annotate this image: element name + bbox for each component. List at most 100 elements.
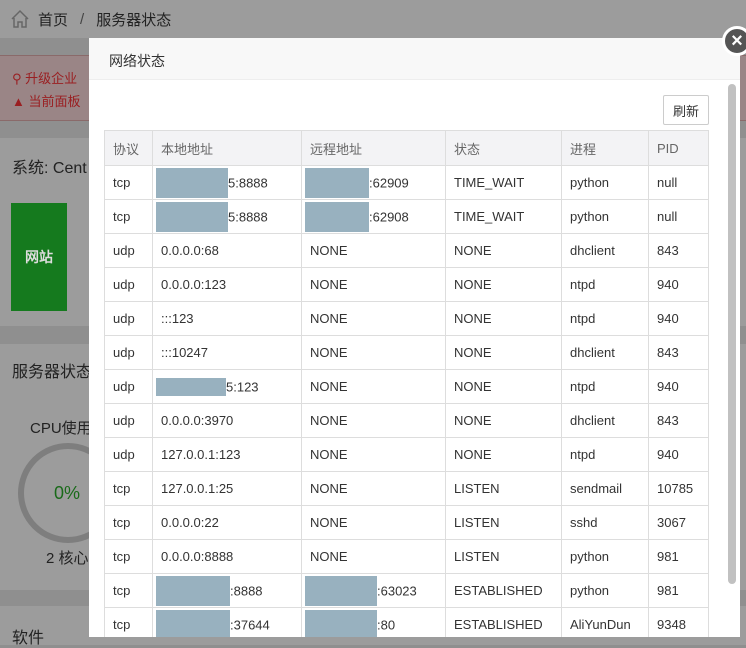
cell-text: NONE xyxy=(310,549,348,565)
cell-text: ntpd xyxy=(570,311,596,327)
table-cell: :63023 xyxy=(301,573,446,608)
cell-text: :8888 xyxy=(230,583,263,598)
cell-text: :80 xyxy=(377,617,396,632)
close-button[interactable]: × xyxy=(722,26,746,56)
cell-text: :63023 xyxy=(377,583,417,598)
table-cell: AliYunDun xyxy=(561,607,649,637)
table-cell: 10785 xyxy=(648,471,709,506)
redacted-block xyxy=(305,201,369,232)
cell-text: tcp xyxy=(113,617,131,633)
table-row: tcp:8888:63023 ESTABLISHED python 981 xyxy=(104,573,709,608)
cell-text: 10785 xyxy=(657,481,694,497)
server-status-title: 服务器状态 xyxy=(12,364,93,381)
table-cell: ntpd xyxy=(561,301,649,336)
cell-text: 940 xyxy=(657,447,679,463)
cell-text: :62909 xyxy=(369,175,409,190)
cell-text: python xyxy=(570,175,610,191)
table-cell: tcp xyxy=(104,607,153,637)
table-cell: NONE xyxy=(301,437,446,472)
table-cell: 843 xyxy=(648,335,709,370)
column-header: 进程 xyxy=(561,130,649,166)
cell-text: udp xyxy=(113,311,135,327)
breadcrumb-separator: / xyxy=(80,10,85,28)
warning-icon: ▲ xyxy=(12,94,25,109)
table-cell: 5:8888 xyxy=(152,199,302,234)
table-cell: null xyxy=(648,165,709,200)
home-icon[interactable] xyxy=(10,9,30,29)
table-cell: 0.0.0.0:22 xyxy=(152,505,302,540)
cpu-label: CPU使用 xyxy=(30,420,92,437)
table-cell: dhclient xyxy=(561,233,649,268)
cell-text: 0.0.0.0:3970 xyxy=(161,413,234,429)
table-cell: LISTEN xyxy=(445,471,562,506)
table-cell: python xyxy=(561,165,649,200)
cell-text: null xyxy=(657,209,678,225)
table-cell: udp xyxy=(104,267,153,302)
table-row: udp 0.0.0.0:3970 NONE NONE dhclient 843 xyxy=(104,403,709,438)
redacted-block xyxy=(305,609,377,637)
table-cell: udp xyxy=(104,301,153,336)
cell-text: dhclient xyxy=(570,345,615,361)
table-cell: 127.0.0.1:25 xyxy=(152,471,302,506)
cell-text: 843 xyxy=(657,243,679,259)
table-cell: udp xyxy=(104,369,153,404)
table-cell: NONE xyxy=(301,267,446,302)
table-row: udp 5:123 NONE NONE ntpd 940 xyxy=(104,369,709,404)
cell-text: sendmail xyxy=(570,481,623,497)
cell-text: 843 xyxy=(657,413,679,429)
cell-text: 5:123 xyxy=(226,379,259,394)
redacted-block xyxy=(156,377,226,396)
table-cell: NONE xyxy=(301,471,446,506)
scrollbar[interactable] xyxy=(728,84,736,584)
cell-text: 981 xyxy=(657,549,679,565)
table-cell: udp xyxy=(104,233,153,268)
table-cell: tcp xyxy=(104,505,153,540)
table-row: udp 0.0.0.0:123 NONE NONE ntpd 940 xyxy=(104,267,709,302)
system-label: 系统: Cent xyxy=(12,160,87,177)
redacted-block xyxy=(156,167,228,198)
breadcrumb-home[interactable]: 首页 xyxy=(38,9,68,30)
cell-text: AliYunDun xyxy=(570,617,631,633)
cell-text: dhclient xyxy=(570,413,615,429)
cell-text: python xyxy=(570,209,610,225)
cell-text: NONE xyxy=(454,243,492,259)
cell-text: NONE xyxy=(310,447,348,463)
table-row: udp 0.0.0.0:68 NONE NONE dhclient 843 xyxy=(104,233,709,268)
cpu-cores: 2 核心 xyxy=(46,550,89,567)
table-cell: 940 xyxy=(648,301,709,336)
table-cell: ESTABLISHED xyxy=(445,607,562,637)
cell-text: 127.0.0.1:123 xyxy=(161,447,241,463)
table-cell: dhclient xyxy=(561,403,649,438)
cell-text: NONE xyxy=(310,243,348,259)
cell-text: :62908 xyxy=(369,209,409,224)
cell-text: python xyxy=(570,583,610,599)
cell-text: 940 xyxy=(657,311,679,327)
table-cell: python xyxy=(561,199,649,234)
software-title: 软件 xyxy=(12,630,45,647)
table-cell: 843 xyxy=(648,403,709,438)
network-table: 协议 本地地址 远程地址 状态 进程 PID tcp 5:8888:62909 TIME_WA… xyxy=(104,130,709,637)
refresh-button[interactable]: 刷新 xyxy=(663,95,709,125)
table-row: tcp 0.0.0.0:8888 NONE LISTEN python 981 xyxy=(104,539,709,574)
cell-text: NONE xyxy=(454,379,492,395)
table-cell: 127.0.0.1:123 xyxy=(152,437,302,472)
table-cell: 940 xyxy=(648,267,709,302)
cell-text: udp xyxy=(113,379,135,395)
table-cell: :8888 xyxy=(152,573,302,608)
table-cell: ntpd xyxy=(561,437,649,472)
redacted-block xyxy=(156,201,228,232)
table-cell: tcp xyxy=(104,471,153,506)
cell-text: 5:8888 xyxy=(228,175,268,190)
table-cell: 3067 xyxy=(648,505,709,540)
cell-text: 0.0.0.0:68 xyxy=(161,243,219,259)
redacted-block xyxy=(305,167,369,198)
table-cell: tcp xyxy=(104,165,153,200)
table-row: udp 127.0.0.1:123 NONE NONE ntpd 940 xyxy=(104,437,709,472)
table-cell: NONE xyxy=(301,505,446,540)
table-cell: udp xyxy=(104,403,153,438)
cell-text: ntpd xyxy=(570,379,596,395)
table-cell: NONE xyxy=(301,369,446,404)
table-cell: 5:123 xyxy=(152,369,302,404)
site-box[interactable]: 网站 xyxy=(11,203,67,311)
table-cell: 981 xyxy=(648,573,709,608)
